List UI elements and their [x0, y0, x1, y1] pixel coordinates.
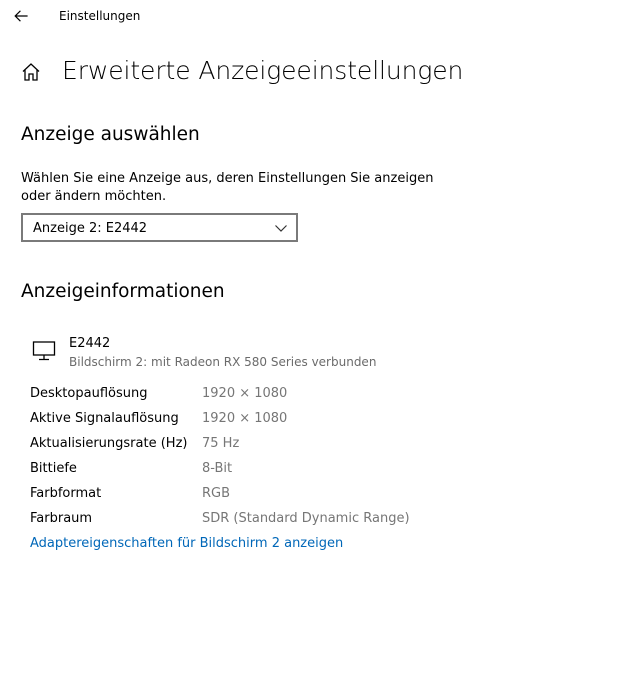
- info-value-desktop-resolution: 1920 × 1080: [202, 386, 288, 401]
- info-value-refresh-rate: 75 Hz: [202, 436, 240, 451]
- info-label-color-space: Farbraum: [30, 511, 93, 526]
- info-label-color-format: Farbformat: [30, 486, 102, 501]
- home-icon[interactable]: [21, 62, 41, 82]
- info-label-signal-resolution: Aktive Signalauflösung: [30, 411, 179, 426]
- chevron-down-icon: [275, 225, 287, 232]
- page-title: Erweiterte Anzeigeeinstellungen: [62, 56, 464, 85]
- info-value-color-format: RGB: [202, 486, 231, 501]
- title-bar: Einstellungen: [0, 0, 618, 32]
- info-value-bit-depth: 8-Bit: [202, 461, 233, 476]
- info-label-refresh-rate: Aktualisierungsrate (Hz): [30, 436, 188, 451]
- display-connection: Bildschirm 2: mit Radeon RX 580 Series v…: [69, 355, 377, 369]
- info-label-desktop-resolution: Desktopauflösung: [30, 386, 148, 401]
- info-label-bit-depth: Bittiefe: [30, 461, 77, 476]
- back-button[interactable]: [10, 6, 32, 26]
- adapter-properties-link[interactable]: Adaptereigenschaften für Bildschirm 2 an…: [30, 536, 343, 551]
- settings-page: Einstellungen Erweiterte Anzeigeeinstell…: [0, 0, 618, 690]
- arrow-left-icon: [14, 10, 28, 22]
- select-display-heading: Anzeige auswählen: [21, 124, 200, 145]
- monitor-icon: [32, 341, 56, 361]
- display-select-value: Anzeige 2: E2442: [33, 221, 148, 236]
- display-info-heading: Anzeigeinformationen: [21, 281, 225, 302]
- app-title: Einstellungen: [59, 9, 141, 23]
- info-value-signal-resolution: 1920 × 1080: [202, 411, 288, 426]
- info-value-color-space: SDR (Standard Dynamic Range): [202, 511, 410, 526]
- display-name: E2442: [69, 336, 111, 351]
- display-select[interactable]: Anzeige 2: E2442: [21, 213, 298, 242]
- select-display-description: Wählen Sie eine Anzeige aus, deren Einst…: [21, 171, 434, 204]
